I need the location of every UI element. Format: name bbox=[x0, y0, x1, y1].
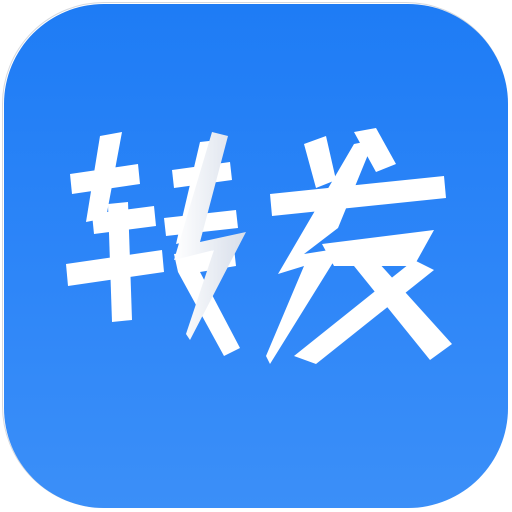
app-icon-tile[interactable] bbox=[4, 4, 508, 508]
app-icon-canvas bbox=[0, 0, 512, 512]
glyph-fa bbox=[266, 128, 452, 364]
zhuanfa-logo-icon bbox=[66, 128, 452, 364]
